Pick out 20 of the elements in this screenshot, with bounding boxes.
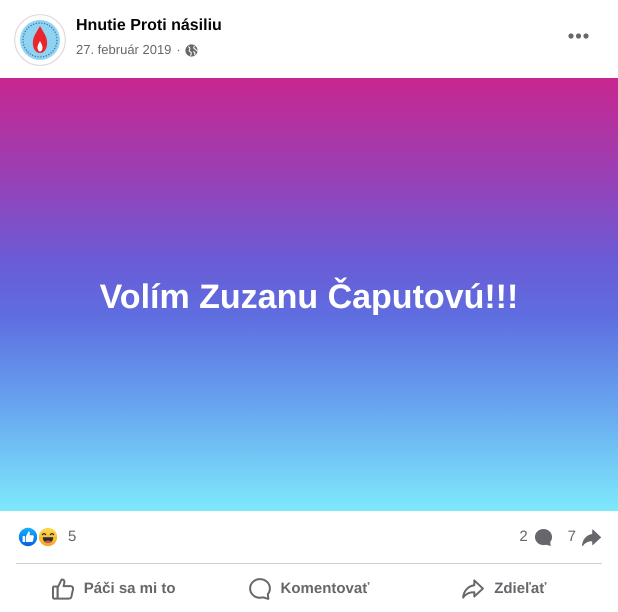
comment-count[interactable]: 2 — [519, 527, 528, 547]
post-text: Volím Zuzanu Čaputovú!!! — [100, 276, 518, 318]
post-date[interactable]: 27. február 2019 — [76, 41, 172, 59]
arrow-icon — [462, 578, 484, 600]
flame-logo-icon — [14, 14, 66, 66]
reaction-count[interactable]: 5 — [68, 527, 76, 547]
laughing-emoji-icon — [37, 526, 59, 548]
like-button[interactable]: Páči sa mi to — [44, 572, 184, 606]
arrow-icon — [582, 528, 601, 546]
author-name[interactable]: Hnutie Proti násiliu — [76, 16, 222, 36]
like-reaction-icon — [17, 526, 39, 548]
speech-bubble-icon — [248, 578, 271, 600]
separator-dot: · — [176, 41, 181, 59]
share-button[interactable]: Zdieľať — [454, 572, 554, 606]
more-icon — [568, 33, 588, 39]
speech-bubble-icon — [534, 528, 553, 546]
thumbs-up-icon — [52, 578, 74, 600]
globe-icon — [184, 44, 198, 56]
comment-button[interactable]: Komentovať — [240, 572, 378, 606]
share-count[interactable]: 7 — [568, 527, 576, 547]
